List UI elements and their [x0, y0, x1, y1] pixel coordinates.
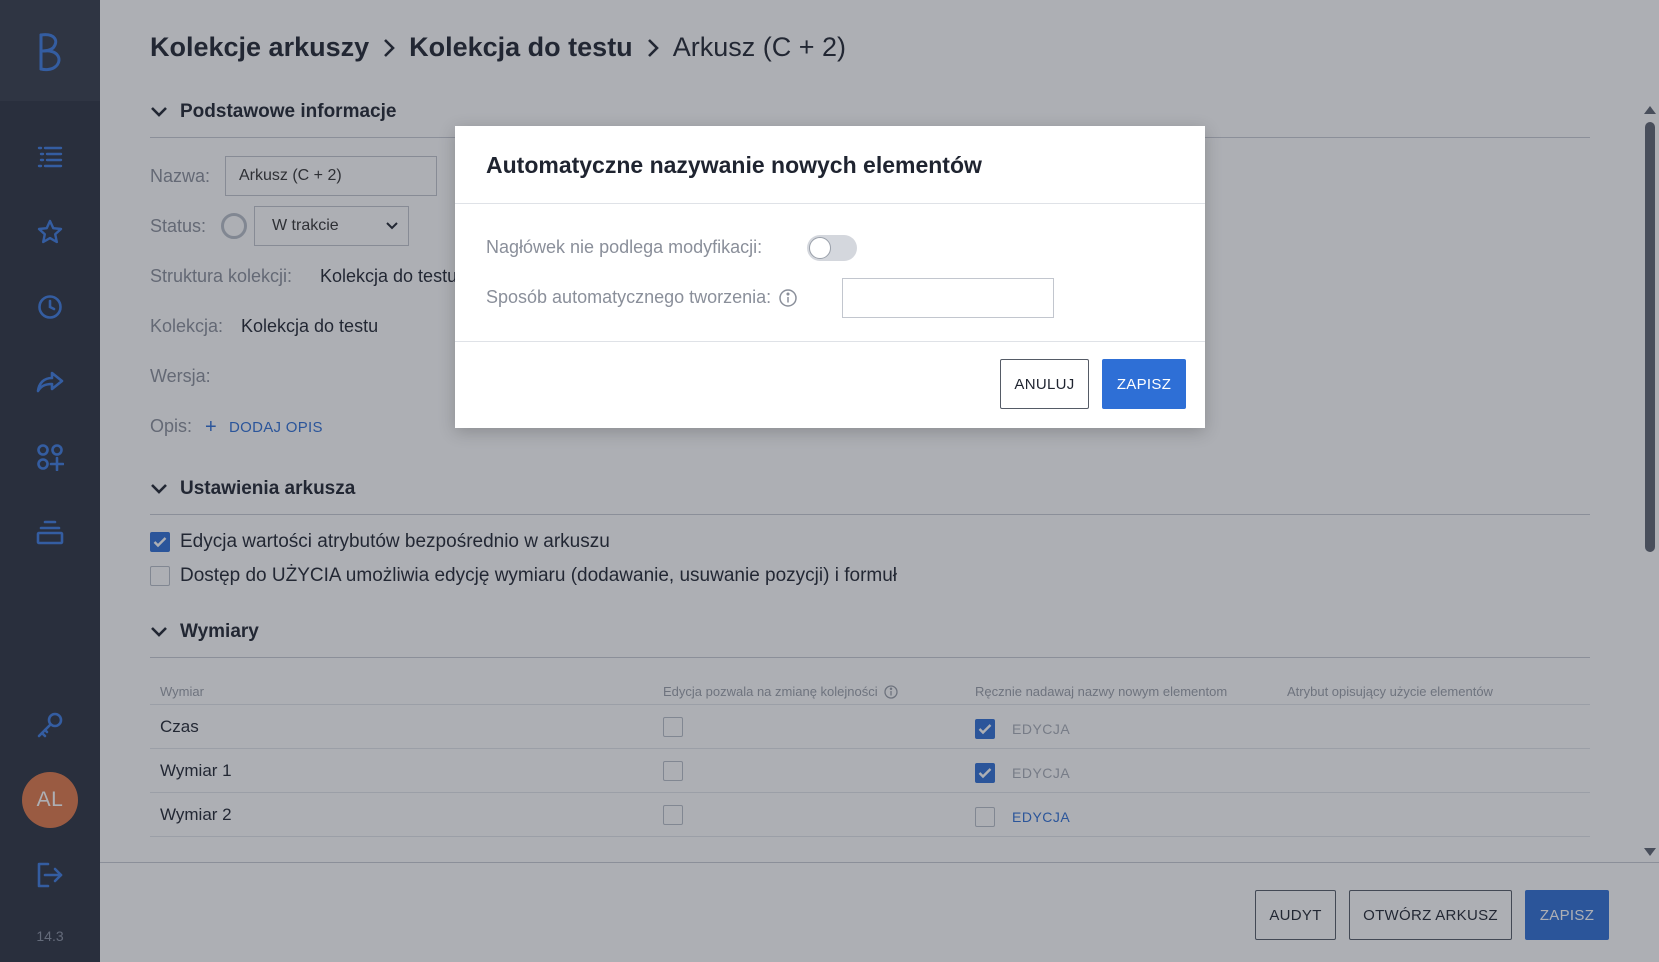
- auto-method-label: Sposób automatycznego tworzenia:: [486, 287, 797, 308]
- auto-method-input[interactable]: [842, 278, 1054, 318]
- divider: [455, 203, 1205, 204]
- dialog-title: Automatyczne nazywanie nowych elementów: [486, 152, 982, 178]
- header-locked-toggle[interactable]: [807, 235, 857, 261]
- toggle-knob: [809, 237, 831, 259]
- divider: [455, 341, 1205, 342]
- dialog-save-button[interactable]: ZAPISZ: [1102, 359, 1186, 409]
- auto-naming-dialog: Automatyczne nazywanie nowych elementów …: [455, 126, 1205, 428]
- auto-method-label-text: Sposób automatycznego tworzenia:: [486, 287, 772, 307]
- cancel-button[interactable]: ANULUJ: [1000, 359, 1089, 409]
- header-locked-label: Nagłówek nie podlega modyfikacji:: [486, 237, 763, 257]
- info-icon[interactable]: [779, 288, 797, 307]
